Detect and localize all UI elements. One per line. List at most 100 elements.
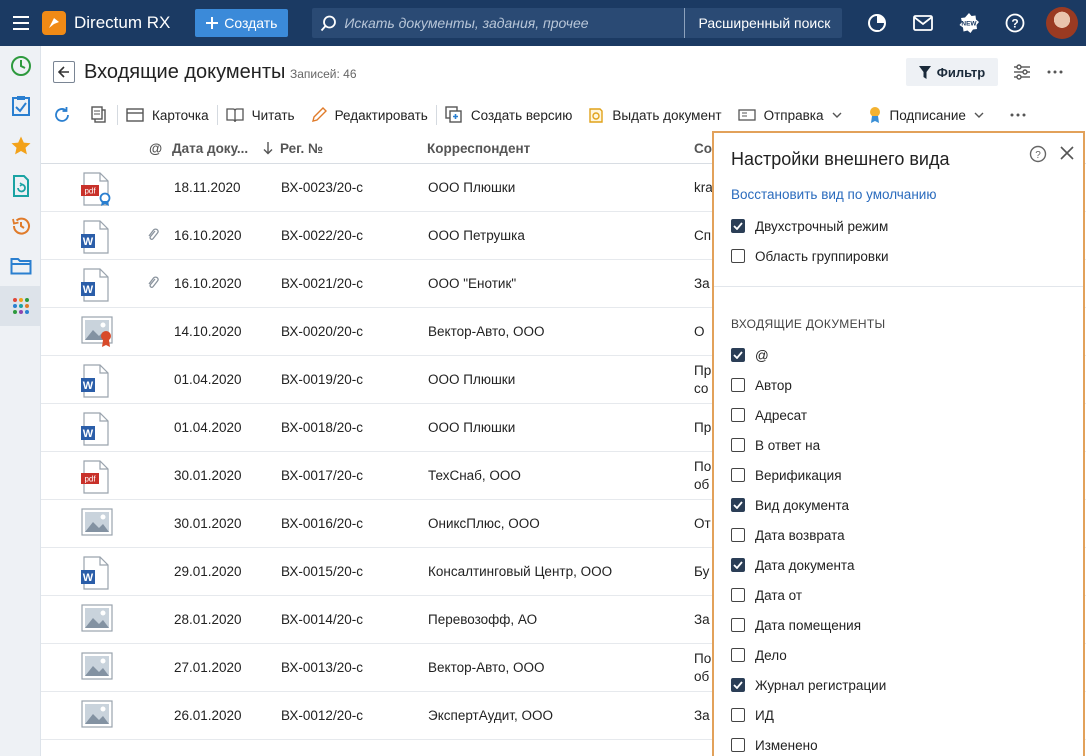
sort-desc-icon[interactable] (263, 141, 273, 158)
checkbox-checked-icon[interactable] (731, 348, 745, 362)
view-settings-icon[interactable] (1011, 61, 1033, 83)
send-label: Отправка (763, 107, 824, 123)
card-icon (126, 108, 144, 122)
checkbox-unchecked-icon[interactable] (731, 468, 745, 482)
checkbox-option[interactable]: Дата возврата (731, 526, 845, 544)
issue-document-button[interactable]: Выдать документ (580, 100, 729, 130)
search-input[interactable]: Искать документы, задания, прочее Расшир… (312, 8, 843, 38)
column-header-correspondent[interactable]: Корреспондент (427, 141, 530, 156)
create-version-button[interactable]: Создать версию (437, 100, 581, 130)
card-button[interactable]: Карточка (118, 100, 217, 130)
column-header-reg[interactable]: Рег. № (280, 141, 323, 156)
sidebar-apps-icon[interactable] (0, 286, 41, 326)
checkbox-unchecked-icon[interactable] (731, 249, 745, 263)
cell-date: 26.01.2020 (174, 708, 242, 723)
sidebar-star-icon[interactable] (0, 126, 41, 166)
more-icon[interactable] (1044, 61, 1066, 83)
checkbox-unchecked-icon[interactable] (731, 648, 745, 662)
checkbox-option[interactable]: Дата документа (731, 556, 854, 574)
copy-icon (91, 106, 106, 123)
checkbox-option[interactable]: Дата от (731, 586, 802, 604)
svg-text:W: W (83, 236, 94, 248)
close-icon[interactable] (1059, 145, 1075, 164)
sidebar-history-icon[interactable] (0, 206, 41, 246)
cell-content: Бу (694, 564, 710, 579)
filter-button[interactable]: Фильтр (906, 58, 998, 86)
filter-icon (918, 65, 931, 79)
signing-dropdown[interactable]: Подписание (860, 100, 992, 130)
panel-title: Настройки внешнего вида (731, 149, 950, 169)
edit-button[interactable]: Редактировать (303, 100, 436, 130)
checkbox-option[interactable]: Область группировки (731, 247, 889, 265)
checkbox-option[interactable]: ИД (731, 706, 774, 724)
column-header-date[interactable]: Дата доку... (172, 141, 248, 156)
sidebar-clock-icon[interactable] (0, 46, 41, 86)
sidebar-folder-icon[interactable] (0, 246, 41, 286)
checkbox-option[interactable]: Журнал регистрации (731, 676, 886, 694)
checkbox-option[interactable]: Адресат (731, 406, 807, 424)
cell-content-line2: об (694, 477, 710, 492)
analytics-icon[interactable] (854, 0, 900, 46)
new-badge-icon[interactable]: NEW (946, 0, 992, 46)
checkbox-option[interactable]: Вид документа (731, 496, 849, 514)
chevron-down-icon (974, 112, 984, 118)
checkbox-checked-icon[interactable] (731, 558, 745, 572)
cell-content: О (694, 324, 705, 339)
checkbox-unchecked-icon[interactable] (731, 708, 745, 722)
cell-date: 29.01.2020 (174, 564, 242, 579)
checkbox-unchecked-icon[interactable] (731, 738, 745, 752)
cell-content: По (694, 459, 712, 474)
checkbox-label: В ответ на (755, 437, 821, 453)
back-button[interactable] (53, 61, 75, 83)
checkbox-option[interactable]: Дело (731, 646, 787, 664)
sidebar-tasks-icon[interactable] (0, 86, 41, 126)
checkbox-option[interactable]: Дата помещения (731, 616, 861, 634)
restore-default-link[interactable]: Восстановить вид по умолчанию (731, 187, 936, 202)
checkbox-option[interactable]: Верификация (731, 466, 842, 484)
checkbox-unchecked-icon[interactable] (731, 378, 745, 392)
checkbox-checked-icon[interactable] (731, 498, 745, 512)
pencil-icon (311, 107, 327, 122)
cell-date: 18.11.2020 (174, 180, 241, 195)
help-icon[interactable]: ? (992, 0, 1038, 46)
advanced-search-button[interactable]: Расширенный поиск (683, 8, 843, 38)
cell-content-line2: со (694, 381, 709, 396)
help-icon[interactable]: ? (1029, 145, 1047, 166)
mail-icon[interactable] (900, 0, 946, 46)
word-file-icon: W (81, 556, 111, 593)
cell-content: За (694, 708, 710, 723)
checkbox-label: Дата документа (755, 557, 855, 573)
checkbox-option[interactable]: Изменено (731, 736, 818, 754)
checkbox-option[interactable]: @ (731, 346, 769, 364)
checkbox-unchecked-icon[interactable] (731, 528, 745, 542)
checkbox-unchecked-icon[interactable] (731, 438, 745, 452)
checkbox-option[interactable]: Двухстрочный режим (731, 217, 888, 235)
refresh-button[interactable] (41, 100, 81, 130)
toolbar: Карточка Читать Редактировать Создать ве… (41, 100, 1086, 130)
avatar[interactable] (1046, 7, 1078, 39)
sidebar-document-sync-icon[interactable] (0, 166, 41, 206)
create-version-icon (445, 106, 462, 123)
menu-icon[interactable] (0, 0, 42, 46)
column-header-at[interactable]: @ (149, 141, 162, 156)
column-header-content[interactable]: Со (694, 141, 712, 156)
checkbox-checked-icon[interactable] (731, 678, 745, 692)
checkbox-option[interactable]: В ответ на (731, 436, 820, 454)
edit-label: Редактировать (334, 107, 428, 123)
checkbox-unchecked-icon[interactable] (731, 588, 745, 602)
app-logo[interactable]: Directum RX (42, 11, 170, 35)
send-dropdown[interactable]: Отправка (730, 100, 850, 130)
read-button[interactable]: Читать (218, 100, 303, 130)
checkbox-unchecked-icon[interactable] (731, 408, 745, 422)
checkbox-checked-icon[interactable] (731, 219, 745, 233)
toolbar-more-icon[interactable] (1002, 100, 1034, 130)
cell-date: 01.04.2020 (174, 420, 242, 435)
cell-reg-number: ВХ-0017/20-с (281, 468, 363, 483)
checkbox-option[interactable]: Автор (731, 376, 792, 394)
checkbox-unchecked-icon[interactable] (731, 618, 745, 632)
cell-correspondent: ООО Плюшки (428, 180, 516, 195)
checkbox-label: Журнал регистрации (755, 677, 887, 693)
copy-button[interactable] (81, 100, 117, 130)
cell-correspondent: ООО Плюшки (428, 372, 516, 387)
create-button[interactable]: Создать (195, 9, 289, 37)
